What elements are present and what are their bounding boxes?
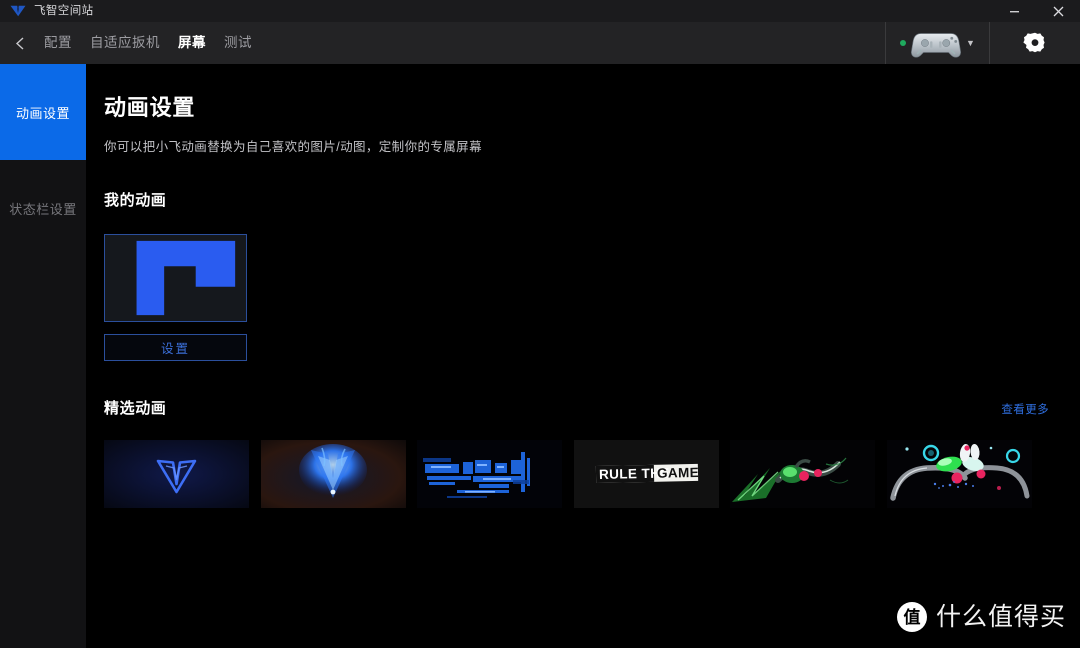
device-selector[interactable]: ▼ bbox=[885, 22, 990, 64]
featured-card-rule-the-game[interactable]: RULE THE GAME bbox=[573, 440, 719, 508]
title-bar: 飞智空间站 bbox=[0, 0, 1080, 22]
rule-the-game-icon: RULE THE GAME bbox=[573, 440, 719, 508]
featured-heading: 精选动画 bbox=[104, 400, 167, 417]
window-controls bbox=[992, 0, 1080, 22]
flydigi-v-logo-blue-icon bbox=[104, 440, 249, 508]
sidebar-item-animation-settings[interactable]: 动画设置 bbox=[0, 64, 86, 160]
nav-tab-test[interactable]: 测试 bbox=[224, 22, 252, 64]
app-title: 飞智空间站 bbox=[34, 5, 94, 17]
neon-abstract-tentacles-icon bbox=[886, 440, 1032, 508]
flydigi-v-logo-icon bbox=[10, 5, 26, 17]
svg-text:GAME: GAME bbox=[656, 465, 698, 481]
nav-right-cluster: ▼ bbox=[885, 22, 1080, 64]
nav-tab-screen[interactable]: 屏幕 bbox=[178, 22, 206, 64]
featured-card-blue-flame-v[interactable] bbox=[260, 440, 406, 508]
back-button[interactable] bbox=[0, 22, 40, 64]
sidebar-item-statusbar-settings[interactable]: 状态栏设置 bbox=[0, 160, 86, 256]
featured-card-row: RULE THE GAME bbox=[104, 440, 1080, 508]
minimize-icon bbox=[1009, 10, 1019, 12]
main-content: 动画设置 你可以把小飞动画替换为自己喜欢的图片/动图，定制你的专属屏幕 我的动画… bbox=[86, 64, 1080, 648]
featured-card-green-neon-creature[interactable] bbox=[730, 440, 875, 508]
settings-button[interactable] bbox=[990, 22, 1080, 64]
featured-card-blue-glitch-circuit[interactable] bbox=[417, 440, 562, 508]
my-animation-section: 我的动画 设置 bbox=[104, 189, 1080, 361]
nav-tab-adaptive-trigger[interactable]: 自适应扳机 bbox=[90, 22, 160, 64]
nav-tab-config[interactable]: 配置 bbox=[44, 22, 72, 64]
close-icon bbox=[1053, 6, 1063, 16]
sidebar: 动画设置 状态栏设置 bbox=[0, 64, 86, 648]
body-area: 动画设置 状态栏设置 动画设置 你可以把小飞动画替换为自己喜欢的图片/动图，定制… bbox=[0, 64, 1080, 648]
my-animation-heading: 我的动画 bbox=[104, 192, 167, 209]
watermark-badge: 值 bbox=[896, 602, 927, 632]
application-window: 飞智空间站 配置 自适应扳机 屏幕 测试 ▼ 动画设置 状态栏设置 动画设置 你… bbox=[0, 0, 1080, 648]
chevron-left-icon bbox=[15, 36, 23, 50]
chevron-down-icon: ▼ bbox=[966, 37, 975, 48]
navigation-bar: 配置 自适应扳机 屏幕 测试 ▼ bbox=[0, 22, 1080, 64]
my-animation-thumbnail[interactable] bbox=[104, 234, 247, 322]
green-neon-creature-icon bbox=[730, 440, 875, 508]
my-animation-settings-button[interactable]: 设置 bbox=[104, 334, 247, 361]
page-subtitle: 你可以把小飞动画替换为自己喜欢的图片/动图，定制你的专属屏幕 bbox=[104, 140, 482, 154]
blue-hook-shape-thumbnail-icon bbox=[105, 235, 246, 321]
featured-section: 精选动画 查看更多 RULE THE GAME bbox=[104, 397, 1080, 508]
blue-flame-v-icon bbox=[260, 440, 406, 508]
blue-glitch-circuit-icon bbox=[417, 440, 562, 508]
gear-icon bbox=[1023, 32, 1045, 53]
nav-tabs: 配置 自适应扳机 屏幕 测试 bbox=[44, 22, 252, 64]
featured-card-flydigi-v-logo[interactable] bbox=[104, 440, 249, 508]
featured-more-link[interactable]: 查看更多 bbox=[1001, 401, 1049, 417]
watermark-text: 什么值得买 bbox=[935, 602, 1066, 631]
minimize-button[interactable] bbox=[992, 0, 1036, 22]
featured-header: 精选动画 查看更多 bbox=[104, 397, 1049, 418]
close-button[interactable] bbox=[1036, 0, 1080, 22]
device-status-dot bbox=[900, 40, 907, 46]
gamepad-icon bbox=[911, 33, 961, 58]
page-title: 动画设置 bbox=[104, 95, 196, 120]
featured-card-neon-abstract-tentacles[interactable] bbox=[886, 440, 1032, 508]
watermark: 值 什么值得买 bbox=[896, 602, 1066, 632]
